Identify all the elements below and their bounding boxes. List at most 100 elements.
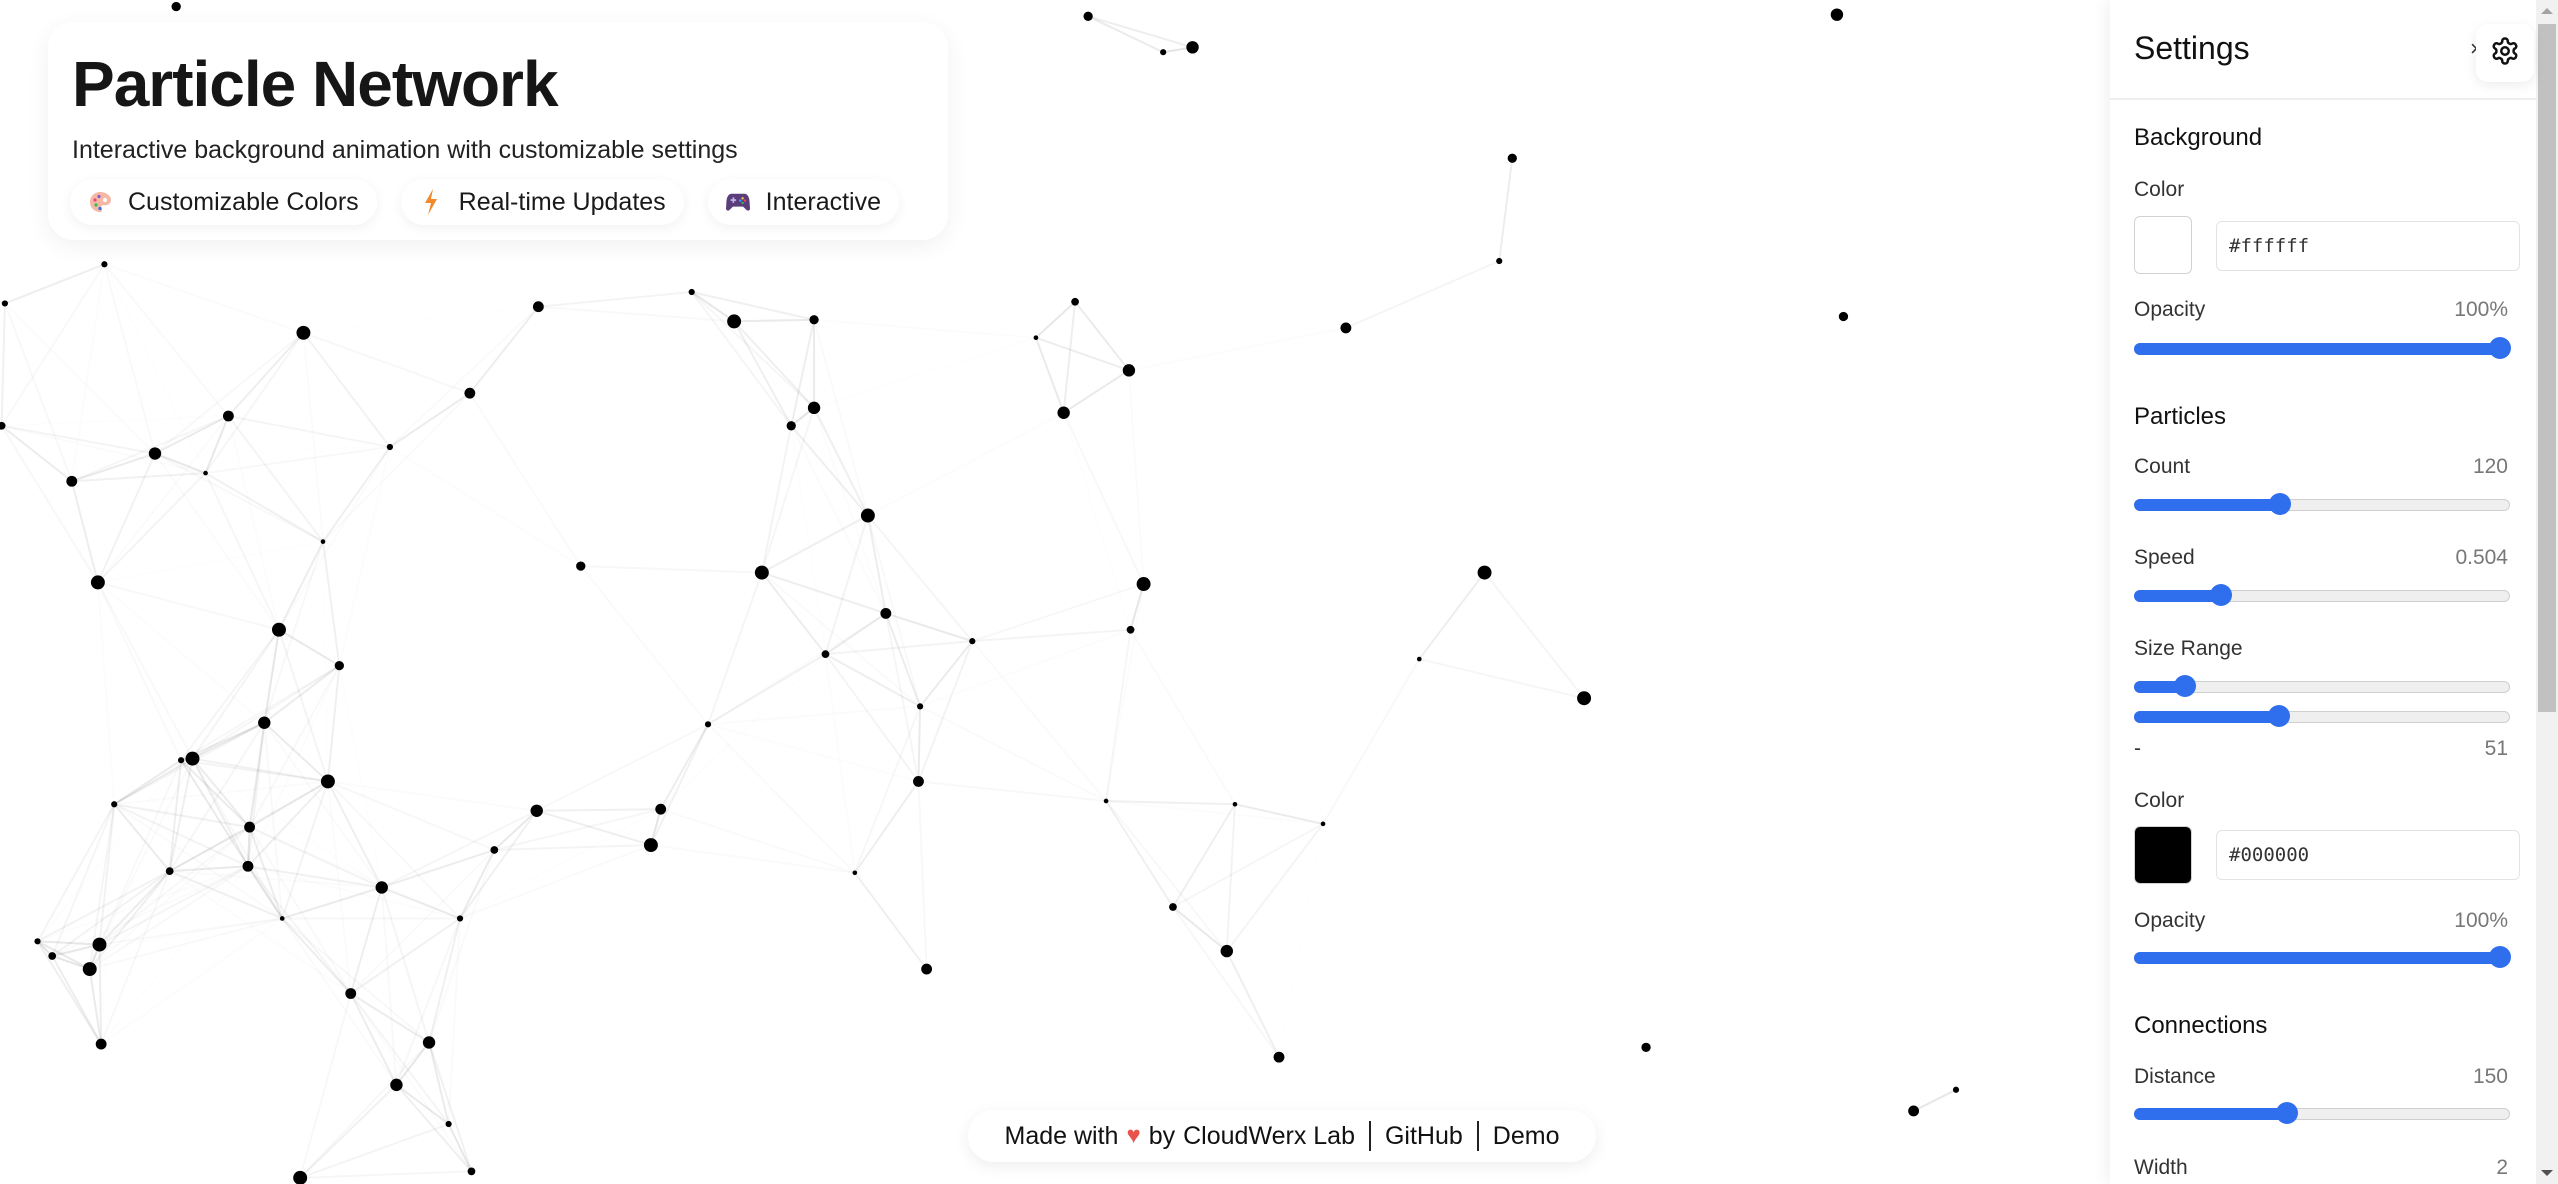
connection-line (661, 809, 855, 873)
connection-line (2, 426, 98, 583)
connection-line (1064, 413, 1144, 584)
scroll-down-arrow-icon[interactable] (2541, 1170, 2553, 1176)
gamepad-icon (725, 190, 750, 214)
particle (320, 774, 335, 789)
connection-width-label: Width (2134, 1156, 2188, 1179)
particle (445, 1120, 452, 1128)
connection-line (1064, 413, 1131, 630)
badge-label: Customizable Colors (128, 187, 359, 216)
demo-link[interactable]: Demo (1493, 1122, 1560, 1151)
heart-icon: ♥ (1126, 1122, 1141, 1149)
size-min-slider[interactable] (2134, 675, 2510, 697)
connection-line (854, 872, 928, 970)
particle (754, 565, 769, 580)
particle (921, 963, 933, 975)
background-opacity-slider[interactable] (2134, 337, 2511, 359)
slider-thumb[interactable] (2489, 946, 2511, 968)
particle (422, 1036, 436, 1049)
settings-panel: Settings × Background Color Opacity 100%… (2110, 0, 2536, 1184)
slider-thumb[interactable] (2173, 675, 2196, 697)
slider-thumb[interactable] (2489, 337, 2511, 359)
connection-line (1225, 804, 1236, 952)
section-background: Background (2134, 124, 2263, 151)
connection-line (972, 641, 1106, 801)
size-max-slider[interactable] (2134, 705, 2510, 727)
particle (1, 300, 8, 307)
particle-count-label: Count (2134, 455, 2191, 478)
badge-customizable-colors: Customizable Colors (70, 179, 377, 225)
connection-line (1106, 801, 1227, 951)
slider-fill (2134, 343, 2510, 355)
slider-thumb[interactable] (2268, 493, 2291, 515)
connection-line (1173, 907, 1279, 1057)
connection-line (469, 306, 540, 394)
connection-line (581, 566, 762, 573)
connection-line (854, 780, 920, 874)
connection-line (920, 706, 1106, 801)
particle-color-input[interactable] (2216, 830, 2520, 880)
particle (1952, 1086, 1960, 1093)
slider-thumb[interactable] (2209, 584, 2232, 606)
scroll-up-arrow-icon[interactable] (2541, 8, 2553, 14)
connection-line (339, 666, 381, 888)
scrollbar-thumb[interactable] (2538, 24, 2556, 712)
connection-line (70, 481, 99, 583)
connection-line (281, 917, 352, 995)
author-link[interactable]: CloudWerx Lab (1183, 1122, 1355, 1151)
connection-line (1131, 630, 1235, 805)
connection-line (855, 706, 920, 872)
connection-line (707, 653, 826, 726)
particle (279, 916, 285, 921)
divider (1476, 1121, 1479, 1151)
slider-thumb[interactable] (2276, 1102, 2299, 1124)
connection-line (1144, 584, 1235, 804)
particle (296, 325, 311, 340)
connection-line (1498, 158, 1514, 262)
background-color-input[interactable] (2216, 221, 2520, 271)
particle (807, 401, 821, 415)
connection-distance-slider[interactable] (2134, 1102, 2510, 1124)
connection-line (303, 333, 323, 542)
particle (852, 870, 858, 876)
particle (320, 539, 326, 544)
connection-line (581, 566, 708, 724)
particle (1273, 1051, 1285, 1063)
connection-distance-label: Distance (2134, 1065, 2216, 1088)
connection-line (96, 453, 156, 583)
particle (456, 915, 464, 922)
connection-line (866, 515, 887, 614)
particle (258, 716, 271, 729)
particle (464, 387, 476, 399)
background-color-label: Color (2134, 178, 2185, 201)
particle (1160, 49, 1167, 56)
lightning-icon (419, 189, 443, 215)
particle (1320, 821, 1326, 827)
connection-line (1234, 803, 1324, 825)
connection-line (264, 723, 381, 888)
connection-line (228, 416, 390, 447)
particle (860, 508, 875, 523)
particle (386, 443, 393, 451)
connection-line (101, 1044, 300, 1178)
particle (185, 751, 200, 766)
slider-fill (2134, 952, 2510, 964)
github-link[interactable]: GitHub (1385, 1122, 1463, 1151)
connection-line (389, 392, 471, 448)
connection-line (536, 808, 661, 812)
particle (48, 952, 57, 960)
particle-speed-value: 0.504 (2455, 546, 2508, 569)
slider-thumb[interactable] (2267, 705, 2290, 727)
connection-line (538, 291, 692, 308)
particle (1169, 903, 1177, 911)
particle-speed-slider[interactable] (2134, 584, 2510, 606)
feature-badges: Customizable Colors Real-time Updates In… (70, 179, 924, 225)
settings-scrollbar[interactable] (2536, 0, 2558, 1184)
particle (171, 1, 181, 12)
particle (1033, 335, 1039, 341)
connection-line (1062, 301, 1077, 413)
settings-toggle-button[interactable] (2476, 24, 2534, 82)
background-color-swatch[interactable] (2134, 216, 2192, 274)
particle-opacity-slider[interactable] (2134, 946, 2511, 968)
particle-count-slider[interactable] (2134, 493, 2510, 515)
particle-color-swatch[interactable] (2134, 826, 2192, 884)
